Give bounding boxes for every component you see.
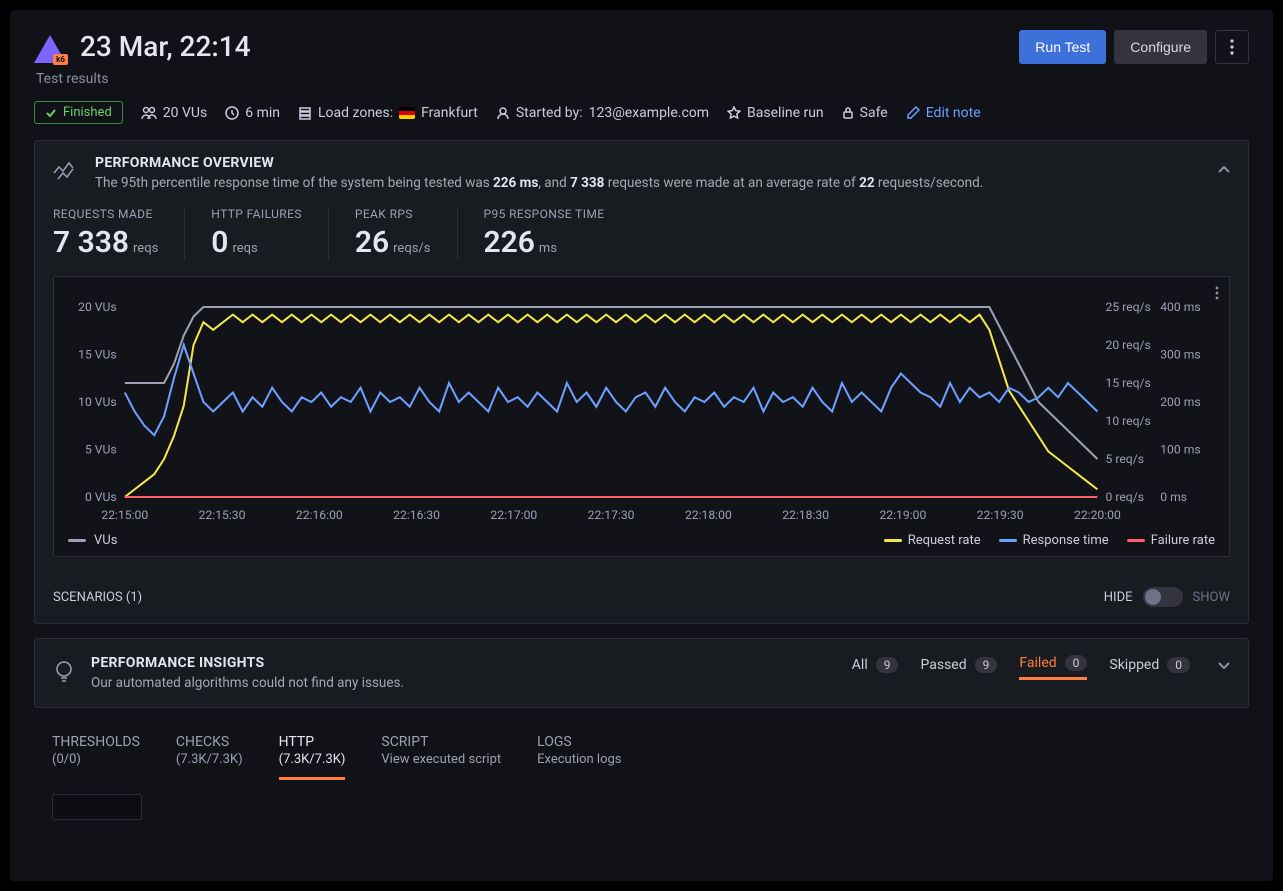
svg-text:0 VUs: 0 VUs [85, 490, 117, 504]
svg-text:22:15:00: 22:15:00 [101, 508, 148, 522]
flag-de-icon [399, 107, 415, 119]
baseline-meta: Baseline run [727, 105, 824, 121]
chart-legend: VUs Request rate Response time Failure r… [64, 527, 1219, 548]
performance-chart: 0 VUs 5 VUs 10 VUs 15 VUs 20 VUs 0 req/s 5 req… [53, 276, 1230, 557]
collapse-icon[interactable] [1218, 159, 1230, 178]
svg-text:100 ms: 100 ms [1160, 443, 1200, 457]
svg-text:400 ms: 400 ms [1160, 300, 1200, 314]
svg-text:5 req/s: 5 req/s [1106, 452, 1144, 466]
duration-meta: 6 min [225, 105, 280, 121]
svg-text:0 req/s: 0 req/s [1106, 490, 1144, 504]
svg-text:300 ms: 300 ms [1160, 348, 1200, 362]
perf-description: The 95th percentile response time of the… [95, 175, 983, 191]
svg-text:22:15:30: 22:15:30 [199, 508, 246, 522]
svg-text:25 req/s: 25 req/s [1106, 300, 1151, 314]
svg-text:22:20:00: 22:20:00 [1074, 508, 1121, 522]
svg-text:10 req/s: 10 req/s [1106, 414, 1151, 428]
hide-label: HIDE [1104, 590, 1133, 605]
svg-text:200 ms: 200 ms [1160, 395, 1200, 409]
svg-text:22:17:00: 22:17:00 [490, 508, 537, 522]
svg-text:22:16:00: 22:16:00 [296, 508, 343, 522]
svg-text:10 VUs: 10 VUs [78, 395, 117, 409]
load-zones-meta: Load zones: Frankfurt [298, 105, 478, 121]
svg-text:22:18:30: 22:18:30 [782, 508, 829, 522]
insights-tab-passed[interactable]: Passed9 [920, 657, 997, 679]
insights-tab-skipped[interactable]: Skipped0 [1109, 657, 1190, 679]
perf-title: PERFORMANCE OVERVIEW [95, 155, 983, 171]
show-label: SHOW [1193, 590, 1230, 605]
status-badge: Finished [34, 101, 123, 124]
tab-script[interactable]: SCRIPTView executed script [381, 734, 501, 780]
meta-row: Finished 20 VUs 6 min Load zones: Frankf… [34, 101, 1249, 124]
page-subtitle: Test results [36, 71, 251, 87]
tab-checks[interactable]: CHECKS(7.3K/7.3K) [176, 734, 243, 780]
svg-text:22:18:00: 22:18:00 [685, 508, 732, 522]
svg-text:20 req/s: 20 req/s [1106, 338, 1151, 352]
run-test-button[interactable]: Run Test [1019, 30, 1106, 64]
svg-text:20 VUs: 20 VUs [78, 300, 117, 314]
add-filter-button[interactable] [52, 794, 142, 820]
performance-insights-card: PERFORMANCE INSIGHTS Our automated algor… [34, 638, 1249, 708]
svg-text:22:19:30: 22:19:30 [977, 508, 1024, 522]
scenarios-toggle[interactable] [1143, 587, 1183, 607]
scenarios-label: SCENARIOS (1) [53, 590, 142, 605]
status-text: Finished [63, 105, 112, 120]
k6-logo: k6 [34, 31, 66, 63]
tab-thresholds[interactable]: THRESHOLDS(0/0) [52, 734, 140, 780]
stats-row: REQUESTS MADE 7 338reqsHTTP FAILURES 0re… [35, 201, 1248, 272]
vus-meta: 20 VUs [141, 105, 207, 121]
tab-logs[interactable]: LOGSExecution logs [537, 734, 621, 780]
edit-note-link[interactable]: Edit note [906, 105, 981, 121]
lightbulb-icon [53, 659, 75, 689]
chart-menu-button[interactable] [1215, 285, 1219, 304]
chart-icon [53, 159, 79, 185]
tab-http[interactable]: HTTP(7.3K/7.3K) [279, 734, 346, 780]
svg-text:22:16:30: 22:16:30 [393, 508, 440, 522]
started-by-meta: Started by: 123@example.com [496, 105, 709, 121]
insights-desc: Our automated algorithms could not find … [91, 675, 404, 691]
svg-text:0 ms: 0 ms [1160, 490, 1187, 504]
page-title: 23 Mar, 22:14 [80, 30, 251, 63]
insights-title: PERFORMANCE INSIGHTS [91, 655, 404, 671]
svg-text:22:17:30: 22:17:30 [588, 508, 635, 522]
insights-tab-all[interactable]: All9 [852, 657, 899, 679]
svg-text:15 VUs: 15 VUs [78, 348, 117, 362]
configure-button[interactable]: Configure [1114, 30, 1207, 64]
more-menu-button[interactable] [1215, 30, 1249, 64]
safe-meta: Safe [842, 105, 888, 121]
svg-text:15 req/s: 15 req/s [1106, 376, 1151, 390]
performance-overview-card: PERFORMANCE OVERVIEW The 95th percentile… [34, 140, 1249, 624]
svg-text:5 VUs: 5 VUs [85, 443, 117, 457]
result-tabs: THRESHOLDS(0/0) CHECKS(7.3K/7.3K) HTTP(7.3… [34, 722, 1249, 780]
insights-tab-failed[interactable]: Failed0 [1019, 655, 1087, 680]
expand-insights-icon[interactable] [1218, 655, 1230, 674]
svg-text:22:19:00: 22:19:00 [879, 508, 926, 522]
